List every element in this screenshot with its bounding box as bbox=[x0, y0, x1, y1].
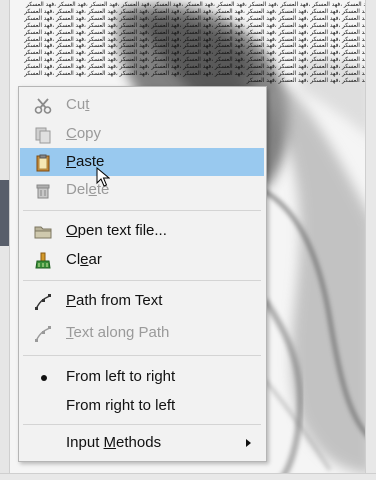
menu-item-delete[interactable]: Delete bbox=[20, 176, 264, 204]
mouse-pointer-icon bbox=[96, 167, 110, 187]
menu-separator bbox=[23, 355, 261, 356]
menu-separator bbox=[23, 280, 261, 281]
scissors-icon bbox=[34, 98, 52, 114]
folder-icon bbox=[34, 226, 52, 239]
menu-item-copy[interactable]: Copy bbox=[20, 120, 264, 148]
menu-item-open-text-file[interactable]: Open text file... bbox=[20, 217, 264, 245]
menu-item-text-along-path[interactable]: Text along Path bbox=[20, 319, 264, 347]
context-menu: Cut Copy Paste Delete Open text file... … bbox=[18, 86, 267, 462]
menu-item-from-right-to-left[interactable]: From right to left bbox=[20, 392, 264, 420]
bottom-edge bbox=[0, 473, 376, 480]
menu-separator bbox=[23, 210, 261, 211]
menu-item-text-along-path-label: Text along Path bbox=[66, 324, 170, 341]
menu-item-from-left-to-right[interactable]: From left to right bbox=[20, 363, 264, 391]
menu-item-input-methods-label: Input Methods bbox=[66, 434, 162, 451]
menu-item-input-methods[interactable]: Input Methods bbox=[20, 429, 264, 457]
menu-item-cut-label: Cut bbox=[66, 96, 90, 113]
clipboard-icon bbox=[36, 154, 50, 172]
radio-selected-bullet bbox=[41, 375, 47, 381]
arabic-text-layer: فهد العسكر ،فهد العسكر ،فهد العسكر ،فهد … bbox=[24, 2, 372, 84]
right-scrollbar-edge[interactable] bbox=[365, 0, 376, 480]
submenu-arrow-icon bbox=[246, 439, 251, 447]
path-icon bbox=[35, 326, 51, 342]
menu-item-open-text-file-label: Open text file... bbox=[66, 222, 167, 239]
menu-item-from-left-to-right-label: From left to right bbox=[66, 368, 176, 385]
menu-item-copy-label: Copy bbox=[66, 125, 102, 142]
menu-item-paste[interactable]: Paste bbox=[20, 148, 264, 176]
menu-item-clear[interactable]: Clear bbox=[20, 246, 264, 274]
left-panel-dark-tab bbox=[0, 180, 9, 246]
menu-separator bbox=[23, 424, 261, 425]
menu-item-cut[interactable]: Cut bbox=[20, 91, 264, 119]
trash-icon bbox=[36, 184, 50, 199]
menu-item-path-from-text[interactable]: Path from Text bbox=[20, 287, 264, 315]
broom-icon bbox=[35, 252, 51, 269]
menu-item-from-right-to-left-label: From right to left bbox=[66, 397, 176, 414]
copy-icon bbox=[35, 127, 51, 144]
path-icon bbox=[35, 294, 51, 310]
menu-item-path-from-text-label: Path from Text bbox=[66, 292, 163, 309]
menu-item-clear-label: Clear bbox=[66, 251, 102, 268]
